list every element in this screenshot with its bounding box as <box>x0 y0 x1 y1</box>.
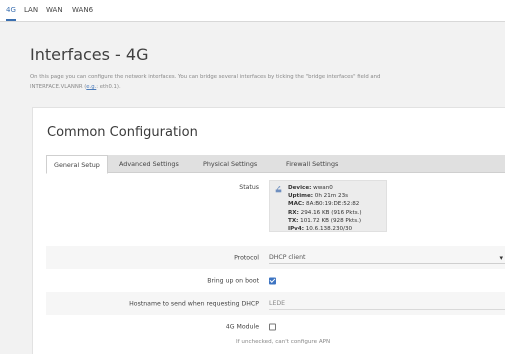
protocol-label: Protocol <box>234 254 259 261</box>
page-title: Interfaces - 4G <box>30 45 149 64</box>
tab-firewall-settings[interactable]: Firewall Settings <box>279 155 345 173</box>
protocol-value: DHCP client <box>269 253 306 261</box>
boot-row: Bring up on boot <box>46 269 505 292</box>
tab-4g[interactable]: 4G <box>6 4 16 21</box>
status-label: Status <box>239 184 259 191</box>
status-details: Device: wwan0 Uptime: 0h 21m 23s MAC: 8A… <box>288 184 362 233</box>
status-uptime: Uptime: 0h 21m 23s <box>288 193 349 200</box>
chevron-down-icon: ▾ <box>499 253 503 262</box>
status-rx: RX: 294.16 KB (916 Pkts.) <box>288 209 362 216</box>
hostname-row: Hostname to send when requesting DHCP LE… <box>46 292 505 315</box>
status-device: Device: wwan0 <box>288 185 333 191</box>
status-mac: MAC: 8A:B0:19:DE:52:82 <box>288 201 360 208</box>
section-title: Common Configuration <box>47 125 198 140</box>
tab-physical-settings[interactable]: Physical Settings <box>196 155 264 173</box>
tab-wan[interactable]: WAN <box>46 4 63 21</box>
module-hint: If unchecked, can't configure APN <box>236 339 331 345</box>
interface-tabs: 4G LAN WAN WAN6 <box>0 0 505 22</box>
hostname-input[interactable]: LEDE <box>269 298 505 310</box>
eg-link[interactable]: e.g. <box>86 84 96 90</box>
description-prefix: INTERFACE.VLANNR ( <box>30 84 87 90</box>
module-label: 4G Module <box>225 323 259 331</box>
tab-general-setup[interactable]: General Setup <box>46 155 108 174</box>
status-ipv4: IPv4: 10.6.138.230/30 <box>288 226 353 233</box>
tab-advanced-settings[interactable]: Advanced Settings <box>112 155 186 173</box>
config-tabs: General Setup Advanced Settings Physical… <box>46 155 505 174</box>
protocol-select[interactable]: DHCP client ▾ <box>269 252 505 264</box>
hostname-label: Hostname to send when requesting DHCP <box>129 300 259 307</box>
4g-module-checkbox[interactable] <box>269 323 276 331</box>
bring-up-on-boot-checkbox[interactable] <box>269 277 276 284</box>
page: 4G LAN WAN WAN6 Interfaces - 4G On this … <box>0 0 505 354</box>
common-configuration-panel: Common Configuration General Setup Advan… <box>32 107 505 354</box>
status-row: Status Device: wwan0 Uptime: 0h 21m 23s … <box>46 174 505 246</box>
description-line-1: On this page you can configure the netwo… <box>30 74 381 80</box>
tab-lan[interactable]: LAN <box>24 4 38 21</box>
status-box: Device: wwan0 Uptime: 0h 21m 23s MAC: 8A… <box>269 180 387 232</box>
module-row: 4G Module <box>46 315 505 339</box>
network-device-icon <box>275 186 282 193</box>
page-description: On this page you can configure the netwo… <box>30 72 505 92</box>
description-line-2: INTERFACE.VLANNR (e.g.: eth0.1). <box>30 82 505 92</box>
hostname-value: LEDE <box>269 299 286 307</box>
status-tx: TX: 101.72 KB (928 Pkts.) <box>288 217 362 224</box>
tab-wan6[interactable]: WAN6 <box>72 4 93 21</box>
description-suffix: : eth0.1). <box>96 84 121 90</box>
protocol-row: Protocol DHCP client ▾ <box>46 246 505 269</box>
boot-label: Bring up on boot <box>207 277 259 284</box>
